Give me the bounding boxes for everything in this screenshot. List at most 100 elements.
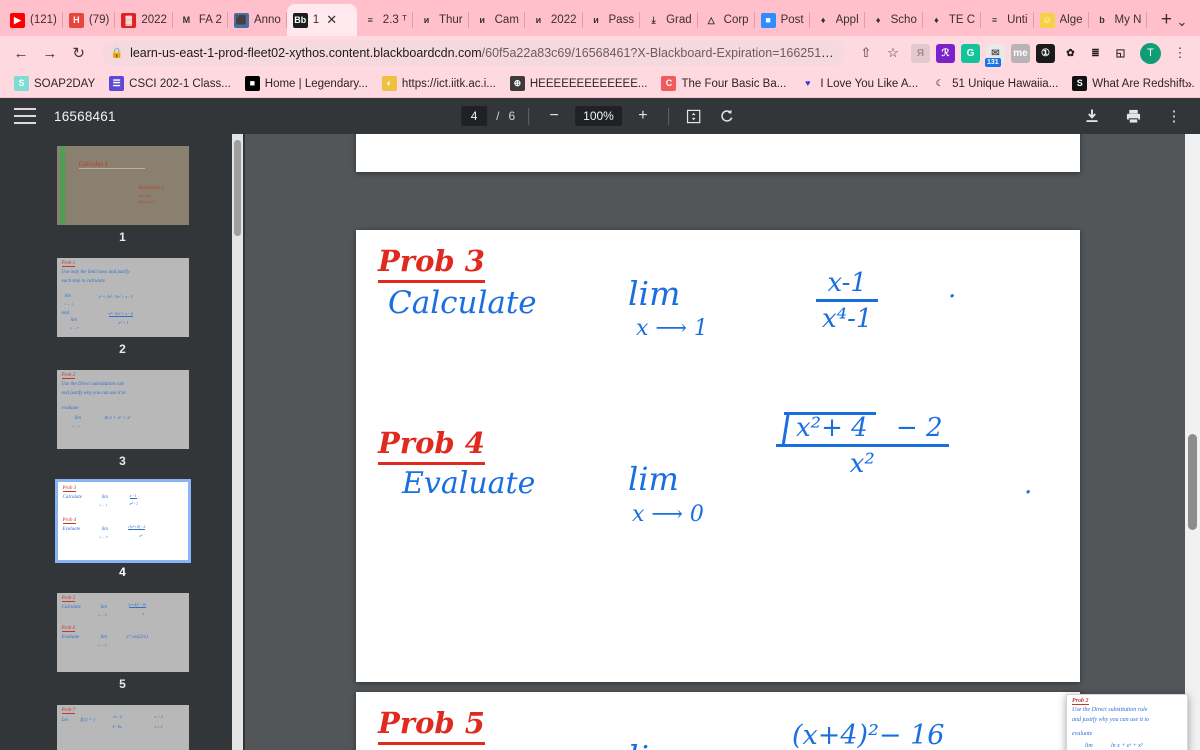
extension-sidepanel-icon[interactable]: ◱ [1111, 44, 1130, 63]
thumb-p5-limsub: x → 0 [98, 613, 107, 617]
browser-tab-8[interactable]: ᴎ Cam [469, 4, 526, 36]
extension-me-circle-icon[interactable]: me [1011, 43, 1030, 63]
image-icon: ⬛ [233, 12, 249, 28]
browser-tab-12[interactable]: △ Corp [698, 4, 755, 36]
browser-tab-6[interactable]: ≡ 2.3 ᵀ [357, 4, 414, 36]
tab-search-chevron-icon[interactable]: ⌄ [1170, 14, 1194, 30]
forward-button[interactable]: → [37, 40, 63, 66]
browser-tab-16[interactable]: ♦ TE C [923, 4, 982, 36]
youtube-icon: ▶ [10, 12, 25, 28]
browser-tab-label: Alge [1059, 14, 1083, 26]
thumbnail-page-3[interactable]: Prob 2 Use the Direct substitution rule an… [0, 370, 245, 468]
diamond-icon: ♦ [875, 14, 881, 25]
zoom-level-label[interactable]: 100% [575, 106, 622, 126]
thumbnail-page-number: 5 [119, 677, 126, 691]
fit-page-glyph [687, 109, 701, 123]
browser-tab-3[interactable]: M FA 2 [173, 4, 228, 36]
download-icon[interactable] [1080, 104, 1104, 128]
browser-tab-label: 2.3 ᵀ [382, 14, 407, 26]
prob4-period: . [1024, 470, 1033, 500]
bookmark-label: HEEEEEEEEEEEEE... [529, 77, 648, 90]
browser-tab-2[interactable]: ▓ 2022 [115, 4, 173, 36]
extension-grammarly-icon[interactable]: G [961, 43, 980, 63]
browser-tab-label: Post [780, 14, 804, 26]
extension-dark-circle-icon[interactable]: ① [1036, 43, 1055, 63]
bookmark-item-5[interactable]: C The Four Basic Ba... [655, 73, 792, 94]
reload-button[interactable]: ↻ [66, 40, 92, 66]
browser-tab-7[interactable]: ᴎ Thur [413, 4, 469, 36]
page-number-input[interactable]: 4 [461, 106, 488, 126]
thumb-p6-fx: f(x) = { [80, 718, 96, 723]
print-icon[interactable] [1121, 104, 1145, 128]
bookmark-item-6[interactable]: ♥ I Love You Like A... [794, 73, 924, 94]
browser-tab-label: 2022 [550, 14, 577, 26]
bookmark-item-8[interactable]: S What Are Redshift... [1066, 73, 1200, 94]
fit-page-icon[interactable] [682, 104, 706, 128]
chrome-menu-icon[interactable]: ⋮ [1168, 41, 1192, 65]
browser-window: ▶ (121) H (79) ▓ 2022 M FA 2 ⬛ Anno Bb 1 ✕ ≡ 2.3 ᵀ ᴎ Thu… [0, 0, 1200, 750]
browser-tab-9[interactable]: ᴎ 2022 [525, 4, 583, 36]
prob5-limit: lim [628, 738, 680, 750]
prob3-verb: Calculate [388, 285, 537, 321]
browser-tab-1[interactable]: H (79) [63, 4, 116, 36]
zoom-in-button[interactable]: + [631, 104, 655, 128]
sidebar-toggle-icon[interactable] [14, 108, 36, 124]
browser-tab-19[interactable]: b My N [1089, 4, 1148, 36]
browser-tab-15[interactable]: ♦ Scho [865, 4, 924, 36]
document-scrollbar-thumb[interactable] [1188, 434, 1197, 530]
popup-limit: lim [1085, 743, 1093, 749]
bookmarks-overflow-button[interactable]: » [1185, 76, 1192, 91]
browser-tab-13[interactable]: ■ Post [755, 4, 810, 36]
browser-tab-10[interactable]: ᴎ Pass [583, 4, 641, 36]
thumbnail-page-1[interactable]: Calculus I Homework I Due date 09/01/2022 1 [0, 146, 245, 244]
sidebar-scrollbar-track[interactable] [232, 134, 243, 750]
browser-tab-5[interactable]: Bb 1 ✕ [286, 4, 357, 36]
thumbnail-image: Prob 3 Calculate lim x → 1 x - 1 x⁴ - 1 Prob 4… [54, 479, 191, 563]
prob4-numerator: x²+ 4 − 2 [776, 410, 949, 447]
thumb-p2-l3sub: x → -1 [64, 302, 74, 306]
thumbnail-page-6[interactable]: Prob 7Letf(x) = {√x - 4x > 24 - 8xx ≤ 26 [0, 705, 245, 750]
thumb-p5-lim2: lim [100, 635, 107, 640]
thumbnail-sidebar[interactable]: Calculus I Homework I Due date 09/01/2022 1 P… [0, 134, 245, 750]
back-button[interactable]: ← [8, 40, 34, 66]
pdf-more-icon[interactable]: ⋮ [1162, 104, 1186, 128]
total-pages-label: 6 [508, 109, 516, 123]
address-bar[interactable]: 🔒 learn-us-east-1-prod-fleet02-xythos.co… [100, 40, 845, 66]
tab-close-icon[interactable]: ✕ [326, 12, 337, 28]
bookmark-label: https://ict.iitk.ac.i... [401, 77, 496, 90]
extension-mail-badge-icon[interactable]: ✉ 131 [985, 43, 1005, 67]
profile-avatar[interactable]: T [1140, 42, 1161, 64]
thumb-p6-c2: 4 - 8x [112, 724, 122, 729]
popup-expression: ln x + eˣ + x² [1111, 743, 1143, 749]
browser-tab-label: (121) [30, 14, 57, 26]
bookmark-item-4[interactable]: ⊕ HEEEEEEEEEEEEE... [504, 73, 654, 94]
share-icon[interactable]: ⇧ [854, 41, 878, 65]
browser-tab-4[interactable]: ⬛ Anno [228, 4, 287, 36]
zoom-out-button[interactable]: − [542, 104, 566, 128]
sidebar-scrollbar-thumb[interactable] [234, 140, 241, 236]
thumbnail-page-5[interactable]: Prob 5 Calculate lim x → 0 (x+4)² - 16 x Prob … [0, 593, 245, 691]
extension-puzzle-icon[interactable]: ✿ [1061, 44, 1080, 63]
browser-tab-14[interactable]: ♦ Appl [810, 4, 865, 36]
browser-tab-18[interactable]: ☺ Alge [1034, 4, 1089, 36]
browser-tab-17[interactable]: ≡ Unti [981, 4, 1034, 36]
thumbnail-page-4[interactable]: Prob 3 Calculate lim x → 1 x - 1 x⁴ - 1 Prob 4… [0, 479, 245, 579]
browser-tab-11[interactable]: ⤓ Grad [640, 4, 698, 36]
bookmark-favicon: ♥ [805, 78, 811, 88]
bookmark-item-3[interactable]: ◐ https://ict.iitk.ac.i... [376, 73, 502, 94]
bookmark-item-7[interactable]: ☾ 51 Unique Hawaiia... [926, 73, 1064, 94]
extension-r-grey-icon[interactable]: Я [911, 43, 930, 63]
bookmark-star-icon[interactable]: ☆ [881, 41, 905, 65]
document-scrollbar-track[interactable] [1185, 134, 1200, 750]
extension-r-purple-icon[interactable]: ℛ [936, 43, 955, 63]
rotate-icon[interactable] [715, 104, 739, 128]
extension-playlist-icon[interactable]: ≣ [1086, 44, 1105, 63]
bookmark-item-0[interactable]: S SOAP2DAY [8, 73, 101, 94]
thumbnail-page-2[interactable]: Prob 1 Use only the limit laws and justif… [0, 258, 245, 356]
zoom-icon: ■ [760, 12, 776, 28]
pdf-document-area[interactable]: Prob 3 Calculate lim x ⟶ 1 x-1 x⁴-1 . Pr… [245, 134, 1200, 750]
browser-tab-0[interactable]: ▶ (121) [4, 4, 63, 36]
url-host: learn-us-east-1-prod-fleet02-xythos.cont… [130, 46, 482, 60]
bookmark-item-2[interactable]: ■ Home | Legendary... [239, 73, 374, 94]
bookmark-item-1[interactable]: ☰ CSCI 202-1 Class... [103, 73, 237, 94]
